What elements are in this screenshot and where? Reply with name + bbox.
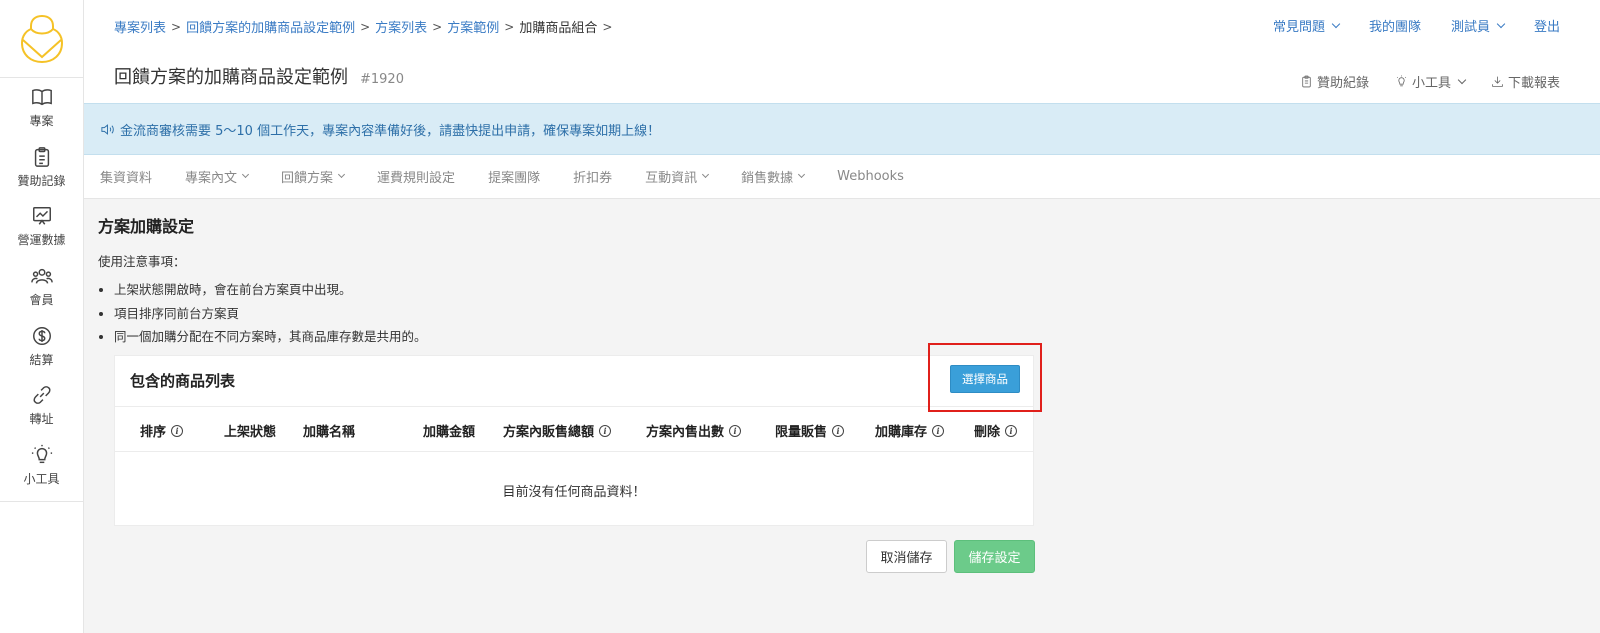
- column-price: 加購金額: [423, 425, 476, 440]
- breadcrumb-plan-list[interactable]: 方案列表: [375, 17, 427, 36]
- cancel-button[interactable]: 取消儲存: [866, 540, 947, 573]
- chevron-down-icon: [1331, 19, 1341, 28]
- column-sold-count: 方案內售出數 i: [646, 421, 742, 440]
- sidebar-item-projects[interactable]: 專案: [0, 78, 83, 138]
- notice-text: 金流商審核需要 5～10 個工作天，專案內容準備好後，請盡快提出申請，確保專案如…: [120, 123, 661, 139]
- download-icon: [1492, 76, 1503, 87]
- top-nav: 常見問題 我的團隊 測試員 登出: [1273, 16, 1560, 35]
- chevron-right-icon: >: [602, 19, 613, 34]
- breadcrumb: 專案列表 > 回饋方案的加購商品設定範例 > 方案列表 > 方案範例 > 加購商…: [114, 17, 617, 37]
- addon-settings-section: 方案加購設定 使用注意事項： 上架狀態開啟時，會在前台方案頁中出現。 項目排序同…: [98, 213, 1038, 349]
- my-team-link[interactable]: 我的團隊: [1369, 16, 1421, 35]
- column-order: 排序 i: [140, 421, 184, 440]
- logo-icon: [20, 14, 63, 63]
- tab-shipping-rules[interactable]: 運費規則設定: [377, 167, 455, 186]
- notes-list: 上架狀態開啟時，會在前台方案頁中出現。 項目排序同前台方案頁 同一個加購分配在不…: [98, 278, 1038, 349]
- sidebar-item-label: 會員: [29, 293, 54, 308]
- sidebar-item-redirects[interactable]: 轉址: [0, 376, 83, 436]
- chevron-down-icon: [798, 170, 806, 179]
- select-products-button[interactable]: 選擇商品: [950, 365, 1020, 393]
- chevron-down-icon: [1496, 19, 1506, 28]
- info-icon[interactable]: i: [832, 424, 845, 437]
- clipboard-icon: [1302, 75, 1311, 88]
- speaker-icon: [101, 123, 114, 135]
- logout-link[interactable]: 登出: [1534, 16, 1560, 35]
- column-limited: 限量販售 i: [775, 421, 845, 440]
- chevron-down-icon: [241, 170, 250, 179]
- info-icon[interactable]: i: [729, 424, 742, 437]
- table-header: 排序 i 上架狀態 加購名稱 加購金額 方案內販售總額 i 方案內售出數 i 限量販售…: [115, 406, 1033, 452]
- sidebar-item-widgets[interactable]: 小工具: [0, 436, 83, 496]
- sidebar-item-label: 贊助記錄: [17, 173, 66, 188]
- notice-banner: 金流商審核需要 5～10 個工作天，專案內容準備好後，請盡快提出申請，確保專案如…: [84, 103, 1600, 155]
- sidebar-item-label: 小工具: [23, 471, 60, 486]
- empty-state: 目前沒有任何商品資料！: [502, 485, 646, 500]
- sidebar-item-settlement[interactable]: 結算: [0, 316, 83, 376]
- sidebar-item-label: 專案: [29, 114, 54, 129]
- info-icon[interactable]: i: [1005, 424, 1018, 437]
- tab-reward-plans[interactable]: 回饋方案: [281, 167, 346, 186]
- notes-label: 使用注意事項：: [98, 254, 186, 269]
- chevron-down-icon: [702, 170, 710, 179]
- header-tools: 贊助紀錄 小工具 下載報表: [1300, 72, 1560, 91]
- tab-coupons[interactable]: 折扣券: [573, 167, 612, 186]
- sidebar-item-label: 營運數據: [17, 233, 66, 248]
- download-report-button[interactable]: 下載報表: [1491, 72, 1560, 91]
- breadcrumb-projects[interactable]: 專案列表: [114, 17, 166, 36]
- sidebar-item-sponsor-records[interactable]: 贊助記錄: [0, 138, 83, 198]
- tab-funding-info[interactable]: 集資資料: [100, 167, 152, 186]
- user-dropdown[interactable]: 測試員: [1451, 16, 1506, 35]
- list-item: 上架狀態開啟時，會在前台方案頁中出現。: [114, 278, 1038, 302]
- lightbulb-icon: [1396, 75, 1407, 87]
- breadcrumb-plan[interactable]: 方案範例: [447, 17, 499, 36]
- sidebar-item-analytics[interactable]: 營運數據: [0, 197, 83, 257]
- product-list-card: 包含的商品列表 排序 i 上架狀態 加購名稱 加購金額 方案內販售總額 i 方案內售…: [114, 355, 1034, 526]
- tab-interactions[interactable]: 互動資訊: [645, 167, 710, 186]
- sponsor-records-button[interactable]: 贊助紀錄: [1300, 72, 1369, 91]
- tab-bar: 集資資料 專案內文 回饋方案 運費規則設定 提案團隊 折扣券 互動資訊 銷售數據…: [84, 155, 1600, 199]
- sidebar-item-label: 轉址: [29, 412, 54, 427]
- page-id: #1920: [360, 72, 404, 87]
- info-icon[interactable]: i: [171, 424, 184, 437]
- chart-icon: [32, 207, 51, 226]
- save-button[interactable]: 儲存設定: [954, 540, 1035, 573]
- chevron-right-icon: >: [504, 19, 515, 34]
- dollar-icon: [32, 326, 51, 345]
- section-title: 方案加購設定: [98, 217, 195, 236]
- list-item: 項目排序同前台方案頁: [114, 302, 1038, 326]
- chevron-right-icon: >: [432, 19, 443, 34]
- page-title: 回饋方案的加購商品設定範例 #1920: [114, 67, 404, 88]
- column-delete: 刪除 i: [974, 421, 1018, 440]
- clipboard-icon: [34, 146, 49, 167]
- chevron-right-icon: >: [171, 19, 182, 34]
- chevron-down-icon: [338, 170, 346, 179]
- tab-sales-data[interactable]: 銷售數據: [741, 167, 806, 186]
- breadcrumb-project[interactable]: 回饋方案的加購商品設定範例: [186, 17, 355, 36]
- header: 專案列表 > 回饋方案的加購商品設定範例 > 方案列表 > 方案範例 > 加購商…: [84, 0, 1600, 103]
- column-stock: 加購庫存 i: [875, 421, 945, 440]
- lightbulb-icon: [31, 444, 52, 463]
- list-item: 同一個加購分配在不同方案時，其商品庫存數是共用的。: [114, 325, 1038, 349]
- column-name: 加購名稱: [303, 425, 356, 440]
- card-title: 包含的商品列表: [130, 372, 236, 390]
- tab-team[interactable]: 提案團隊: [488, 167, 540, 186]
- column-total-sales: 方案內販售總額 i: [503, 421, 612, 440]
- column-status: 上架狀態: [224, 425, 277, 440]
- users-icon: [30, 268, 53, 284]
- info-icon[interactable]: i: [932, 424, 945, 437]
- tab-project-content[interactable]: 專案內文: [185, 167, 250, 186]
- faq-dropdown[interactable]: 常見問題: [1273, 16, 1341, 35]
- sidebar-item-label: 結算: [29, 352, 54, 367]
- logo[interactable]: [0, 0, 83, 78]
- link-icon: [32, 386, 51, 405]
- chevron-down-icon: [1457, 75, 1467, 84]
- sidebar: 專案 贊助記錄 營運數據 會員 結算 轉址 小工具: [0, 0, 84, 633]
- breadcrumb-current: 加購商品組合: [519, 21, 598, 36]
- widgets-dropdown[interactable]: 小工具: [1395, 72, 1467, 91]
- sidebar-item-members[interactable]: 會員: [0, 257, 83, 317]
- info-icon[interactable]: i: [599, 424, 612, 437]
- tab-webhooks[interactable]: Webhooks: [837, 169, 904, 184]
- book-icon: [31, 89, 52, 106]
- chevron-right-icon: >: [360, 19, 371, 34]
